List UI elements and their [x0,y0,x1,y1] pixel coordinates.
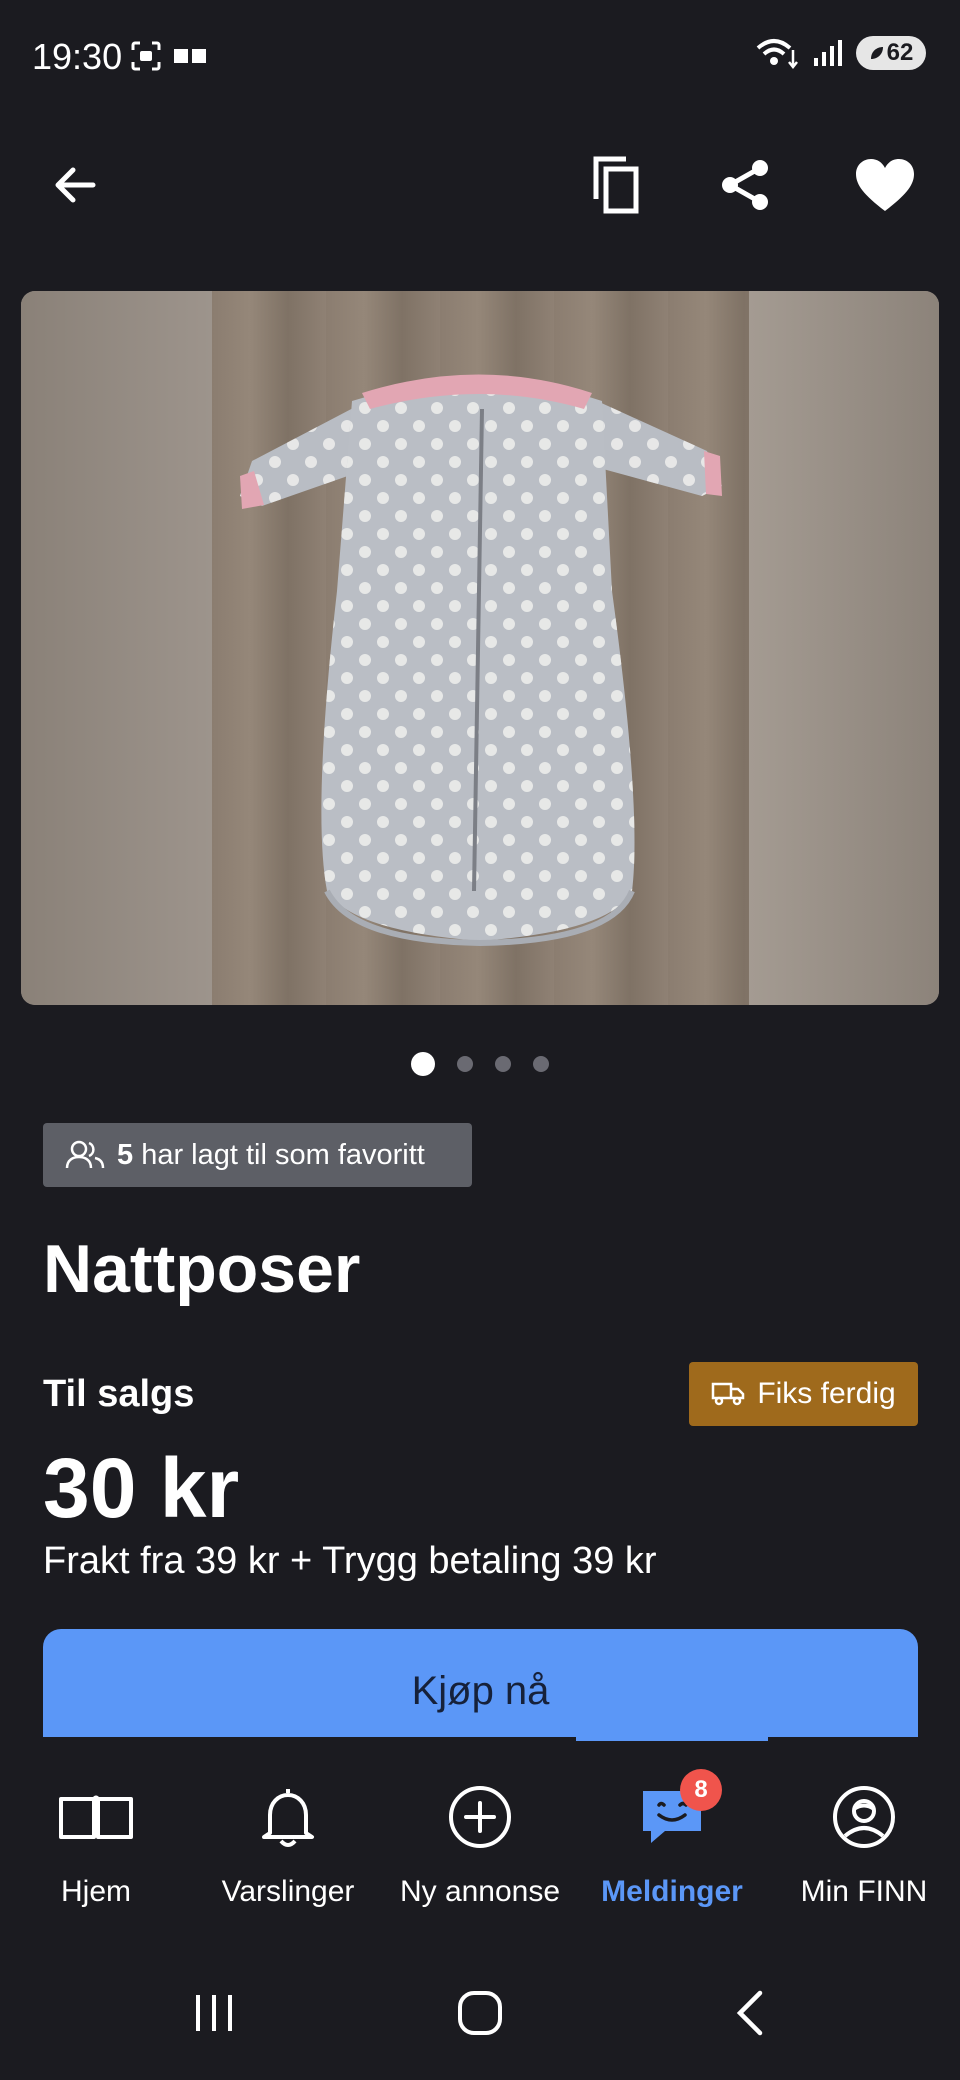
nav-label-varslinger: Varslinger [221,1875,355,1908]
copy-icon [593,156,639,214]
listing-title: Nattposer [43,1231,361,1307]
pager-dot-active[interactable] [411,1052,435,1076]
favorites-badge: 5 har lagt til som favoritt [43,1123,472,1187]
battery-level: 62 [886,39,914,66]
image-blur-right [749,291,939,1005]
sale-type: Til salgs [43,1373,195,1415]
product-image[interactable] [21,291,939,1005]
copy-button[interactable] [582,150,652,220]
back-nav-button[interactable] [710,1978,790,2048]
shipping-info: Frakt fra 39 kr + Trygg betaling 39 kr [43,1540,657,1582]
favorite-button[interactable] [850,150,920,220]
top-toolbar [0,140,960,230]
share-icon [722,160,768,210]
messages-badge: 8 [680,1769,722,1811]
listing-screen: 19:30 62 5 har lagt til som favoritt Nat… [0,0,960,2080]
recents-button[interactable] [174,1978,254,2048]
buy-now-button[interactable]: Kjøp nå [43,1629,918,1739]
signal-icon [814,40,842,66]
image-pager[interactable] [0,1052,960,1076]
sleeping-bag-illustration [240,374,722,947]
chat-icon: 8 [632,1769,722,1853]
battery-indicator: 62 [856,36,926,70]
home-button[interactable] [440,1978,520,2048]
image-blur-left [21,291,212,1005]
plus-circle-icon [440,1781,520,1853]
chevron-left-icon [736,1990,763,2036]
buy-now-label: Kjøp nå [411,1669,550,1713]
status-notification-icons [130,40,208,72]
arrow-left-icon [55,167,96,203]
truck-icon [712,1382,745,1406]
status-time: 19:30 [32,36,123,77]
status-bar: 19:30 62 [0,0,960,115]
users-icon [65,1140,105,1169]
wifi-icon [756,39,798,70]
back-button[interactable] [40,150,110,220]
fiks-ferdig-label: Fiks ferdig [757,1377,896,1410]
pager-dot[interactable] [533,1056,549,1072]
image-photo [212,291,749,1005]
share-button[interactable] [710,150,780,220]
fiks-ferdig-badge: Fiks ferdig [689,1362,918,1426]
favorites-count: 5 [117,1138,134,1171]
nav-label-min-finn: Min FINN [800,1875,928,1908]
nav-item-hjem[interactable]: Hjem [0,1737,192,1937]
profile-icon [824,1781,904,1853]
pager-dot[interactable] [495,1056,511,1072]
screenshot-icon [131,41,161,71]
nav-label-meldinger: Meldinger [601,1875,743,1908]
system-navigation-bar [0,1960,960,2070]
nav-label-hjem: Hjem [60,1875,131,1908]
bottom-navigation: Hjem Varslinger Ny annonse 8 Meldinger M… [0,1737,960,1937]
favorites-text: 5 har lagt til som favoritt [117,1139,425,1172]
price: 30 kr [43,1441,240,1535]
favorites-label: har lagt til som favoritt [141,1138,425,1171]
home-icon [458,1991,502,2035]
leaf-icon [870,47,883,59]
nav-item-min-finn[interactable]: Min FINN [768,1737,960,1937]
bell-icon [248,1781,328,1853]
nav-item-varslinger[interactable]: Varslinger [192,1737,384,1937]
pager-dot[interactable] [457,1056,473,1072]
book-icon [56,1781,136,1853]
heart-icon [856,159,914,211]
recents-icon [196,1995,232,2031]
media-icon [174,49,206,63]
nav-item-ny-annonse[interactable]: Ny annonse [384,1737,576,1937]
nav-label-ny-annonse: Ny annonse [399,1875,561,1908]
status-system-icons: 62 [754,36,926,70]
nav-item-meldinger[interactable]: 8 Meldinger [576,1737,768,1937]
